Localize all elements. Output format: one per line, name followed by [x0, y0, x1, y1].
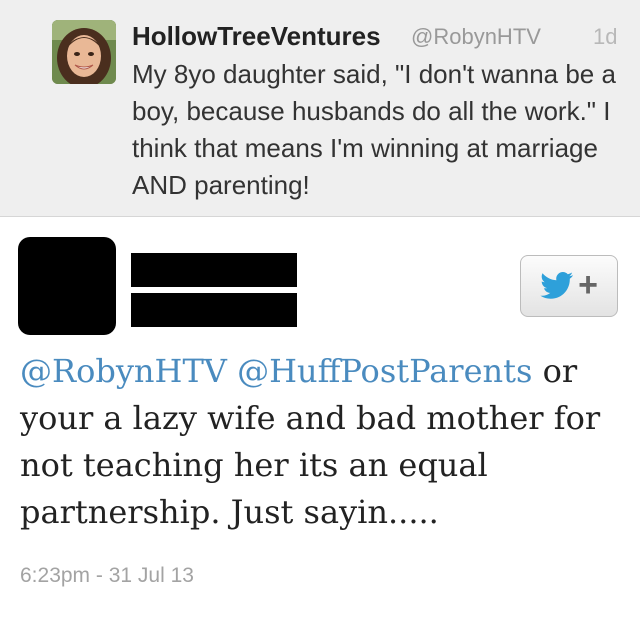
redacted-avatar: [18, 237, 116, 335]
reply-text: @RobynHTV @HuffPostParents or your a laz…: [20, 348, 620, 536]
reply-timestamp[interactable]: 6:23pm - 31 Jul 13: [20, 562, 194, 590]
avatar-photo: [52, 20, 116, 84]
display-name[interactable]: HollowTreeVentures: [132, 20, 381, 52]
mention-link[interactable]: @RobynHTV: [20, 352, 227, 390]
mention-link[interactable]: @HuffPostParents: [237, 352, 532, 390]
tweet-relative-time: 1d: [593, 24, 618, 49]
parent-tweet[interactable]: HollowTreeVentures @RobynHTV 1d My 8yo d…: [0, 0, 640, 217]
twitter-bird-icon: [540, 272, 574, 299]
tweet-text: My 8yo daughter said, "I don't wanna be …: [132, 59, 616, 200]
redacted-display-name: [131, 253, 297, 287]
redacted-user-handle: [131, 293, 297, 327]
user-handle[interactable]: @RobynHTV: [411, 22, 541, 52]
follow-button[interactable]: +: [520, 255, 618, 317]
avatar[interactable]: [52, 20, 116, 84]
plus-icon: +: [578, 265, 598, 304]
